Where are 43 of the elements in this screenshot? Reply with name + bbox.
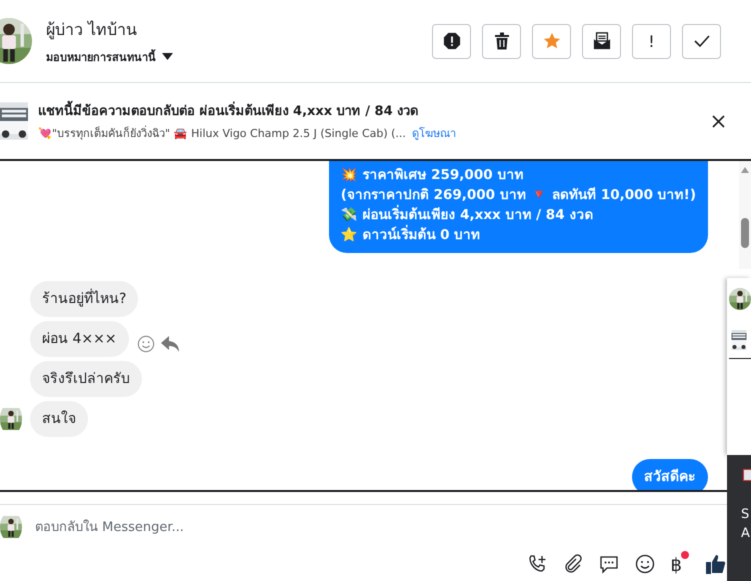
- panel-text: A: [741, 526, 751, 541]
- like-button[interactable]: [705, 552, 727, 574]
- paperclip-icon: [562, 554, 583, 574]
- delete-button[interactable]: [482, 24, 521, 58]
- close-icon: [712, 114, 725, 128]
- contact-name: ผู้บ่าว ไทบ้าน: [46, 18, 138, 42]
- attach-button[interactable]: [562, 554, 583, 574]
- message-bubble: จริงรึเปล่าครับ: [30, 361, 142, 397]
- reply-icon[interactable]: [160, 336, 179, 352]
- payment-button[interactable]: ฿: [670, 551, 689, 576]
- report-button[interactable]: [432, 24, 471, 58]
- alert-icon: [442, 32, 460, 50]
- emoji-button[interactable]: [634, 554, 655, 574]
- message-bubble: ร้านอยู่ที่ไหน?: [30, 281, 138, 317]
- saved-replies-button[interactable]: [598, 554, 619, 574]
- phone-add-icon: [526, 554, 547, 574]
- scrollbar[interactable]: [739, 161, 751, 269]
- panel-text: S: [741, 507, 750, 522]
- star-button[interactable]: [532, 24, 571, 58]
- scroll-thumb[interactable]: [741, 218, 749, 248]
- trash-icon: [494, 32, 510, 50]
- check-icon: [694, 34, 710, 48]
- banner-title: แชทนี้มีข้อความตอบกลับต่อ ผ่อนเริ่มต้นเพียง 4,xxx บาท / 84 งวด: [38, 100, 708, 121]
- assign-dropdown[interactable]: มอบหมายการสนทนานี้: [46, 48, 432, 66]
- caret-icon: [162, 53, 173, 60]
- reply-field[interactable]: ตอบกลับใน Messenger...: [33, 518, 727, 536]
- done-button[interactable]: [682, 24, 721, 58]
- message-bubble: ผ่อน 4×××: [30, 321, 129, 357]
- mail-icon: [592, 32, 610, 50]
- chat-bubble-icon: [598, 554, 619, 574]
- view-ad-link[interactable]: ดูโฆษณา: [412, 124, 456, 142]
- react-icon[interactable]: [136, 335, 155, 353]
- star-icon: [542, 32, 560, 50]
- important-button[interactable]: !: [632, 24, 671, 58]
- smiley-icon: [634, 554, 655, 574]
- message-bubble: 💥 ราคาพิเศษ 259,000 บาท (จากราคาปกติ 269,000 บาท 🔻 ลดทันที 10,000 บาท!) 💸 ผ่อนเริ่มต้นเพียง 4,xxx บาท / 84 งวด ⭐ ดาวน์เริ่มต้น 0 บาท: [328, 161, 708, 253]
- ad-description: 💘"บรรทุกเต็มคันก็ยังวิ่งฉิว" 🚘 Hilux Vigo Champ 2.5 J (Single Cab) (...: [38, 124, 406, 142]
- mail-button[interactable]: [582, 24, 621, 58]
- scroll-up-icon: [741, 167, 749, 173]
- call-button[interactable]: [526, 554, 547, 574]
- message-bubble: สวัสดีคะ: [632, 459, 708, 490]
- message-bubble: สนใจ: [30, 401, 88, 437]
- thumbs-up-icon: [705, 552, 727, 574]
